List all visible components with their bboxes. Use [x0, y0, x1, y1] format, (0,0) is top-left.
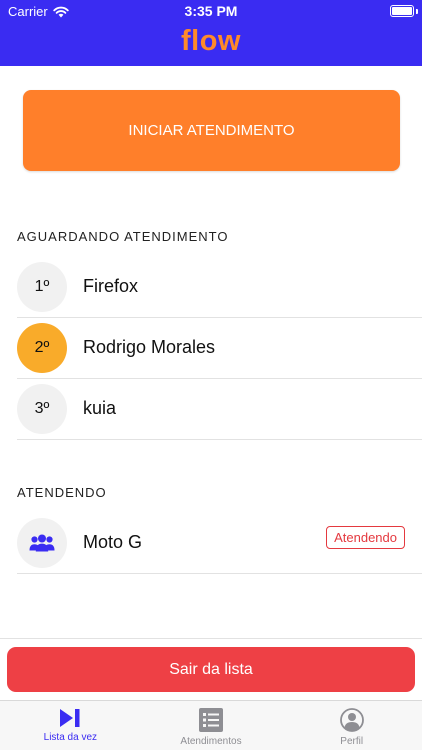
status-badge: Atendendo — [326, 526, 405, 549]
status-bar: Carrier 3:35 PM — [0, 0, 422, 22]
exit-area: Sair da lista — [0, 638, 422, 700]
queue-name: Rodrigo Morales — [83, 337, 216, 357]
queue-row[interactable]: 3º kuia — [17, 379, 422, 440]
exit-queue-button[interactable]: Sair da lista — [7, 647, 415, 692]
tab-lista-da-vez[interactable]: Lista da vez — [0, 701, 141, 750]
queue-position-badge: 1º — [17, 262, 67, 312]
queue-position-badge: 2º — [17, 323, 67, 373]
users-icon — [17, 518, 67, 568]
profile-icon — [339, 708, 364, 732]
play-next-icon — [60, 709, 80, 727]
tab-bar: Lista da vez Atendimentos Perfil — [0, 700, 422, 750]
serving-name: Moto G — [83, 532, 143, 552]
serving-section-title: ATENDENDO — [17, 485, 107, 500]
battery-tip — [416, 9, 418, 14]
start-service-button[interactable]: INICIAR ATENDIMENTO — [23, 90, 400, 171]
queue-position-badge: 3º — [17, 384, 67, 434]
queue-row[interactable]: 2º Rodrigo Morales — [17, 318, 422, 379]
tab-perfil[interactable]: Perfil — [281, 701, 422, 750]
list-icon — [199, 708, 223, 732]
waiting-section-title: AGUARDANDO ATENDIMENTO — [17, 229, 229, 244]
battery-icon — [390, 5, 414, 17]
app-header: Carrier 3:35 PM flow — [0, 0, 422, 66]
status-time: 3:35 PM — [184, 3, 238, 19]
queue-name: kuia — [83, 398, 117, 418]
tab-label: Lista da vez — [43, 732, 98, 743]
queue-row[interactable]: 1º Firefox — [17, 257, 422, 318]
app-logo: flow — [181, 25, 241, 57]
tab-label: Atendimentos — [180, 736, 242, 747]
tab-label: Perfil — [340, 736, 364, 747]
queue-name: Firefox — [83, 276, 139, 296]
serving-row[interactable]: Moto G Atendendo — [17, 513, 422, 574]
tab-atendimentos[interactable]: Atendimentos — [141, 701, 282, 750]
